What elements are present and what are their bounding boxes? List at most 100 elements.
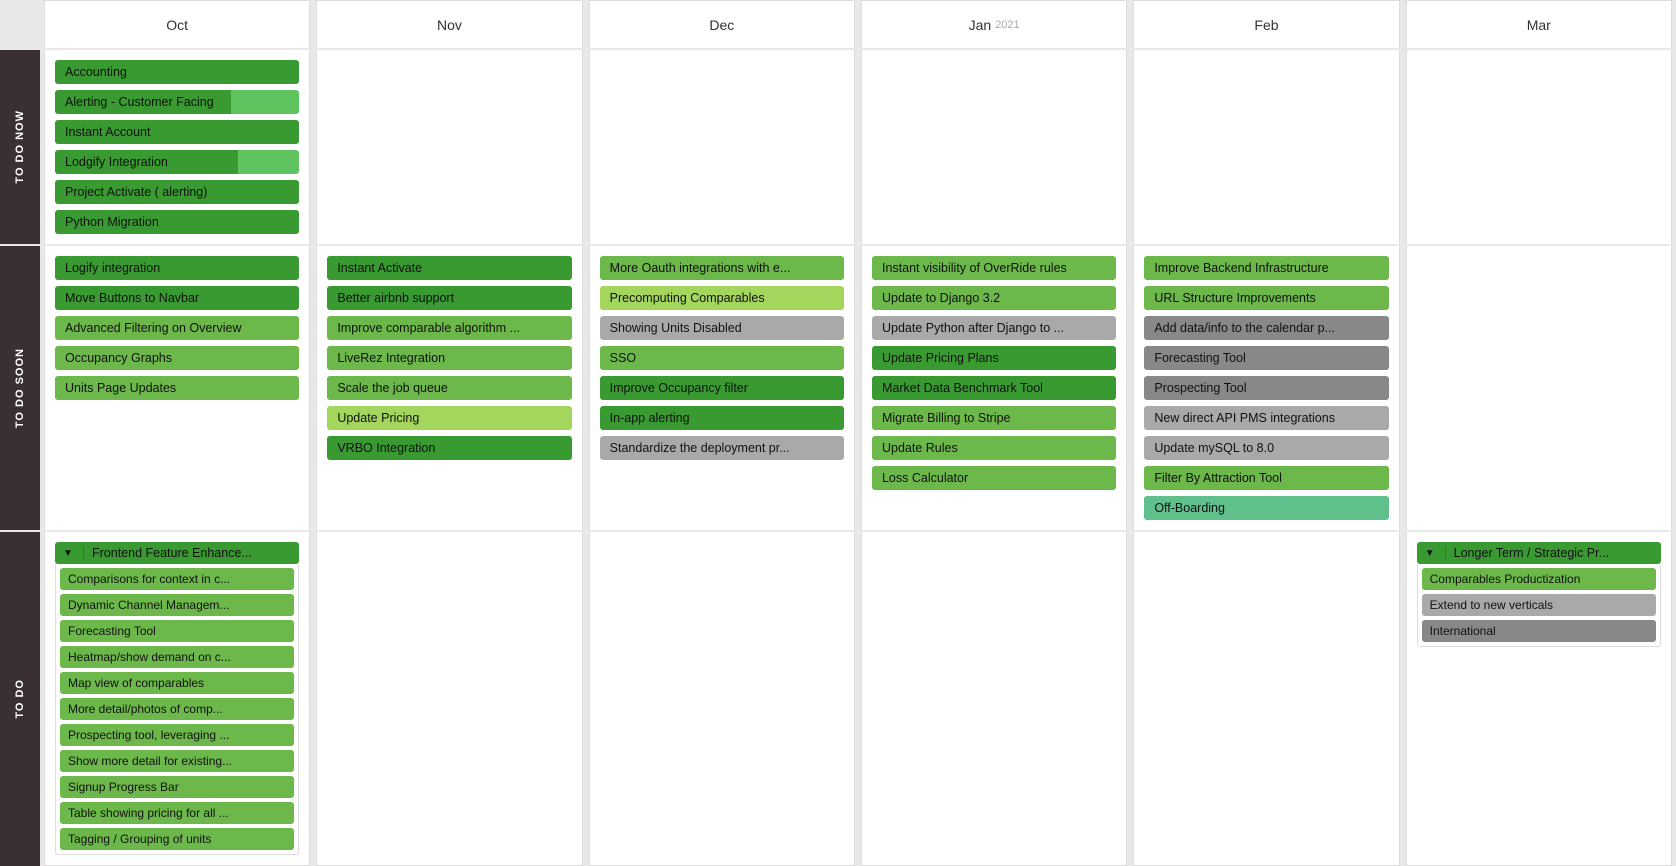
card-label: Improve comparable algorithm ... (337, 321, 520, 335)
roadmap-card[interactable]: Showing Units Disabled (600, 316, 844, 340)
card-label: Forecasting Tool (1154, 351, 1246, 365)
roadmap-card[interactable]: Add data/info to the calendar p... (1144, 316, 1388, 340)
card-label: Update to Django 3.2 (882, 291, 1000, 305)
roadmap-card[interactable]: Prospecting tool, leveraging ... (60, 724, 294, 746)
card-label: Better airbnb support (337, 291, 454, 305)
roadmap-card[interactable]: Precomputing Comparables (600, 286, 844, 310)
roadmap-card[interactable]: Standardize the deployment pr... (600, 436, 844, 460)
roadmap-card[interactable]: Update Pricing (327, 406, 571, 430)
cell-todo-now-mar[interactable] (1406, 50, 1672, 244)
cell-todo-soon-feb[interactable]: Improve Backend Infrastructure URL Struct… (1133, 246, 1399, 530)
roadmap-card[interactable]: Extend to new verticals (1422, 594, 1656, 616)
roadmap-card[interactable]: Dynamic Channel Managem... (60, 594, 294, 616)
roadmap-card[interactable]: Improve comparable algorithm ... (327, 316, 571, 340)
roadmap-card[interactable]: Python Migration (55, 210, 299, 234)
roadmap-card[interactable]: Signup Progress Bar (60, 776, 294, 798)
cell-todo-now-feb[interactable] (1133, 50, 1399, 244)
cell-todo-soon-mar[interactable] (1406, 246, 1672, 530)
lane-label: TO DO NOW (0, 50, 40, 244)
roadmap-card[interactable]: Accounting (55, 60, 299, 84)
card-label: Improve Backend Infrastructure (1154, 261, 1328, 275)
month-header-nov[interactable]: Nov (316, 0, 582, 48)
card-label: Add data/info to the calendar p... (1154, 321, 1335, 335)
card-label: Precomputing Comparables (610, 291, 765, 305)
card-label: Alerting - Customer Facing (65, 95, 214, 109)
roadmap-card[interactable]: Update Python after Django to ... (872, 316, 1116, 340)
group-header[interactable]: ▼Frontend Feature Enhance... (55, 542, 299, 564)
roadmap-card[interactable]: Scale the job queue (327, 376, 571, 400)
roadmap-card[interactable]: Heatmap/show demand on c... (60, 646, 294, 668)
group-label: Longer Term / Strategic Pr... (1454, 546, 1655, 560)
lane-label-text: TO DO NOW (14, 110, 26, 184)
roadmap-card[interactable]: Forecasting Tool (1144, 346, 1388, 370)
roadmap-card[interactable]: Show more detail for existing... (60, 750, 294, 772)
lane-todo-soon: TO DO SOONLogify integrationMove Buttons… (0, 244, 1676, 530)
roadmap-card[interactable]: Loss Calculator (872, 466, 1116, 490)
month-header-mar[interactable]: Mar (1406, 0, 1672, 48)
roadmap-card[interactable]: Migrate Billing to Stripe (872, 406, 1116, 430)
cell-todo-soon-dec[interactable]: More Oauth integrations with e... Precomp… (589, 246, 855, 530)
roadmap-card[interactable]: VRBO Integration (327, 436, 571, 460)
roadmap-card[interactable]: Logify integration (55, 256, 299, 280)
card-label: Filter By Attraction Tool (1154, 471, 1282, 485)
roadmap-card[interactable]: Comparisons for context in c... (60, 568, 294, 590)
roadmap-card[interactable]: Table showing pricing for all ... (60, 802, 294, 824)
roadmap-card[interactable]: Map view of comparables (60, 672, 294, 694)
cell-todo-soon-jan[interactable]: Instant visibility of OverRide rules Upda… (861, 246, 1127, 530)
roadmap-card[interactable]: Filter By Attraction Tool (1144, 466, 1388, 490)
cell-todo-now-nov[interactable] (316, 50, 582, 244)
roadmap-card[interactable]: Market Data Benchmark Tool (872, 376, 1116, 400)
cell-todo-nov[interactable] (316, 532, 582, 866)
roadmap-card[interactable]: Forecasting Tool (60, 620, 294, 642)
roadmap-card[interactable]: Improve Occupancy filter (600, 376, 844, 400)
roadmap-card[interactable]: Tagging / Grouping of units (60, 828, 294, 850)
roadmap-card[interactable]: LiveRez Integration (327, 346, 571, 370)
roadmap-card[interactable]: More detail/photos of comp... (60, 698, 294, 720)
roadmap-card[interactable]: URL Structure Improvements (1144, 286, 1388, 310)
roadmap-card[interactable]: Units Page Updates (55, 376, 299, 400)
card-label: SSO (610, 351, 636, 365)
cell-todo-now-oct[interactable]: Accounting Alerting - Customer Facing Inst… (44, 50, 310, 244)
cell-todo-dec[interactable] (589, 532, 855, 866)
card-label: Scale the job queue (337, 381, 448, 395)
roadmap-card[interactable]: Off-Boarding (1144, 496, 1388, 520)
roadmap-card[interactable]: Prospecting Tool (1144, 376, 1388, 400)
header-corner (0, 0, 40, 48)
roadmap-card[interactable]: Instant visibility of OverRide rules (872, 256, 1116, 280)
cell-todo-feb[interactable] (1133, 532, 1399, 866)
roadmap-card[interactable]: Update Rules (872, 436, 1116, 460)
roadmap-card[interactable]: More Oauth integrations with e... (600, 256, 844, 280)
cell-todo-now-jan[interactable] (861, 50, 1127, 244)
roadmap-card[interactable]: Comparables Productization (1422, 568, 1656, 590)
roadmap-card[interactable]: Instant Account (55, 120, 299, 144)
roadmap-card[interactable]: International (1422, 620, 1656, 642)
roadmap-card[interactable]: Occupancy Graphs (55, 346, 299, 370)
roadmap-card[interactable]: Lodgify Integration (55, 150, 299, 174)
cell-todo-jan[interactable] (861, 532, 1127, 866)
roadmap-card[interactable]: Move Buttons to Navbar (55, 286, 299, 310)
cell-todo-soon-nov[interactable]: Instant Activate Better airbnb support Imp… (316, 246, 582, 530)
month-header-dec[interactable]: Dec (589, 0, 855, 48)
month-header-jan[interactable]: Jan2021 (861, 0, 1127, 48)
roadmap-card[interactable]: Instant Activate (327, 256, 571, 280)
roadmap-card[interactable]: Update Pricing Plans (872, 346, 1116, 370)
roadmap-card[interactable]: New direct API PMS integrations (1144, 406, 1388, 430)
cell-todo-now-dec[interactable] (589, 50, 855, 244)
roadmap-card[interactable]: SSO (600, 346, 844, 370)
roadmap-card[interactable]: Better airbnb support (327, 286, 571, 310)
card-label: Update Rules (882, 441, 958, 455)
group-header[interactable]: ▼Longer Term / Strategic Pr... (1417, 542, 1661, 564)
roadmap-card[interactable]: Alerting - Customer Facing (55, 90, 299, 114)
roadmap-card[interactable]: Update mySQL to 8.0 (1144, 436, 1388, 460)
card-label: In-app alerting (610, 411, 690, 425)
cell-todo-oct[interactable]: ▼Frontend Feature Enhance... Comparisons … (44, 532, 310, 866)
roadmap-card[interactable]: Update to Django 3.2 (872, 286, 1116, 310)
cell-todo-soon-oct[interactable]: Logify integration Move Buttons to Navbar… (44, 246, 310, 530)
roadmap-card[interactable]: Improve Backend Infrastructure (1144, 256, 1388, 280)
roadmap-card[interactable]: Project Activate ( alerting) (55, 180, 299, 204)
roadmap-card[interactable]: Advanced Filtering on Overview (55, 316, 299, 340)
month-header-oct[interactable]: Oct (44, 0, 310, 48)
month-header-feb[interactable]: Feb (1133, 0, 1399, 48)
cell-todo-mar[interactable]: ▼Longer Term / Strategic Pr... Comparable… (1406, 532, 1672, 866)
roadmap-card[interactable]: In-app alerting (600, 406, 844, 430)
